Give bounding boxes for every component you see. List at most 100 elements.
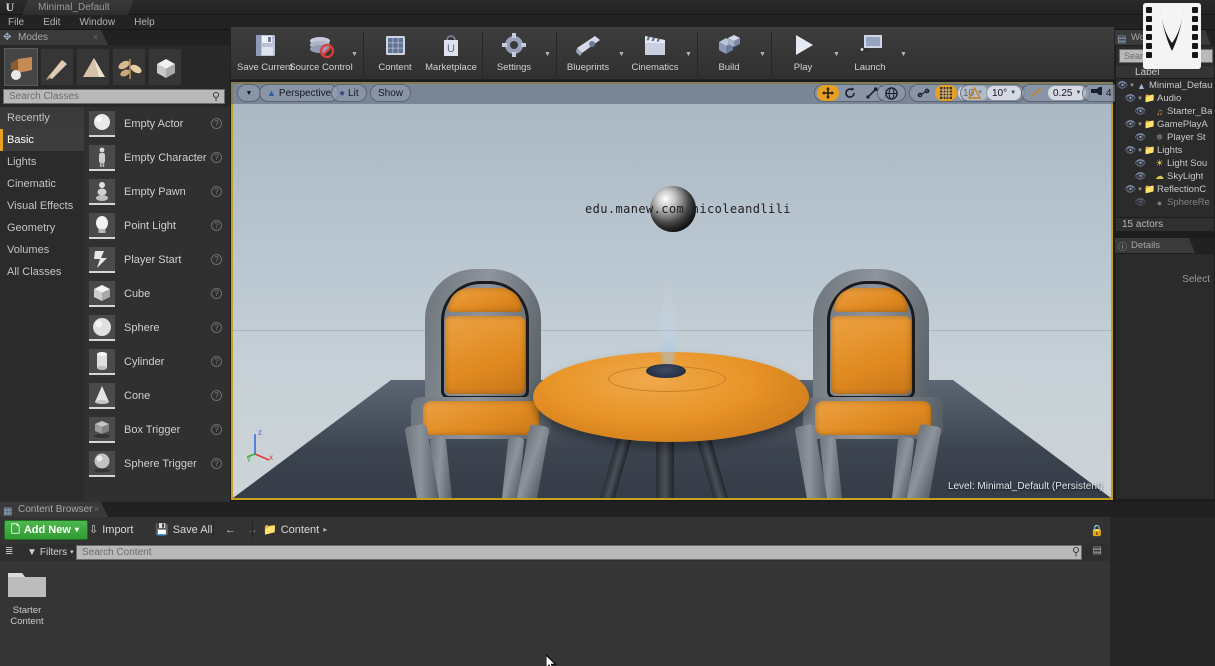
grid-snap-toggle[interactable]	[935, 85, 957, 101]
class-item-empty-character[interactable]: Empty Character ?	[84, 141, 230, 175]
outliner-row[interactable]: 👁 ● SphereRe	[1116, 196, 1214, 209]
chevron-down-icon[interactable]: ▼	[1137, 187, 1144, 193]
toolbar-content[interactable]: Content	[367, 29, 423, 79]
eye-icon[interactable]: 👁	[1124, 119, 1137, 130]
category-basic[interactable]: Basic	[0, 129, 84, 151]
play-caret-icon[interactable]: ▼	[831, 29, 842, 79]
eye-icon[interactable]: 👁	[1134, 171, 1147, 182]
tab-details[interactable]: ⓘ Details	[1115, 238, 1195, 253]
eye-icon[interactable]: 👁	[1134, 158, 1147, 169]
category-cinematic[interactable]: Cinematic	[0, 173, 84, 195]
help-icon[interactable]: ?	[211, 390, 222, 401]
outliner-row[interactable]: 👁 ☀ Light Sou	[1116, 157, 1214, 170]
search-icon[interactable]: ⚲	[1072, 545, 1080, 558]
category-recently-placed[interactable]: Recently Placed	[0, 107, 84, 146]
toolbar-launch[interactable]: Launch	[842, 29, 898, 79]
outliner-row[interactable]: 👁 ♫ Starter_Ba	[1116, 105, 1214, 118]
eye-icon[interactable]: 👁	[1134, 197, 1147, 208]
help-icon[interactable]: ?	[211, 288, 222, 299]
help-icon[interactable]: ?	[211, 458, 222, 469]
chevron-down-icon[interactable]: ▼	[1129, 83, 1136, 89]
viewport-lit-button[interactable]: ● Lit	[334, 85, 364, 101]
tab-modes[interactable]: ✥ Modes ×	[0, 30, 108, 45]
viewport-options-menu[interactable]: ▼	[240, 85, 258, 101]
class-item-cylinder[interactable]: Cylinder ?	[84, 345, 230, 379]
category-lights[interactable]: Lights	[0, 151, 84, 173]
eye-icon[interactable]: 👁	[1116, 80, 1129, 91]
angle-snap-value[interactable]: 10° ▼	[986, 85, 1023, 101]
scale-snap-toggle[interactable]	[1024, 85, 1047, 101]
paint-mode-button[interactable]	[40, 48, 74, 86]
help-icon[interactable]: ?	[211, 356, 222, 367]
close-icon[interactable]: ×	[94, 502, 99, 517]
class-item-player-start[interactable]: Player Start ?	[84, 243, 230, 277]
toolbar-marketplace[interactable]: U Marketplace	[423, 29, 479, 79]
breadcrumb-content[interactable]: 📁 Content ▸	[256, 520, 334, 540]
sources-panel-toggle-icon[interactable]: ≣	[5, 546, 13, 557]
view-options-icon[interactable]: ▤	[1093, 545, 1102, 556]
help-icon[interactable]: ?	[211, 424, 222, 435]
foliage-mode-button[interactable]	[112, 48, 146, 86]
geometry-editing-mode-button[interactable]	[148, 48, 182, 86]
lock-icon[interactable]: 🔒	[1090, 524, 1104, 537]
toolbar-settings[interactable]: Settings	[486, 29, 542, 79]
launch-caret-icon[interactable]: ▼	[898, 29, 909, 79]
viewport-show-button[interactable]: Show	[373, 85, 408, 101]
class-item-point-light[interactable]: Point Light ?	[84, 209, 230, 243]
toolbar-play[interactable]: Play	[775, 29, 831, 79]
toolbar-cinematics[interactable]: Cinematics	[627, 29, 683, 79]
chevron-down-icon[interactable]: ▼	[1137, 122, 1144, 128]
class-item-empty-pawn[interactable]: Empty Pawn ?	[84, 175, 230, 209]
viewport-perspective-button[interactable]: ▲ Perspective	[262, 85, 336, 101]
menu-window[interactable]: Window	[71, 15, 123, 30]
eye-icon[interactable]: 👁	[1134, 132, 1147, 143]
class-item-cone[interactable]: Cone ?	[84, 379, 230, 413]
translate-tool-button[interactable]	[817, 85, 839, 101]
outliner-row[interactable]: 👁 ▼ 📁 GamePlayA	[1116, 118, 1214, 131]
outliner-row[interactable]: 👁 ▼ 📁 ReflectionC	[1116, 183, 1214, 196]
surface-snap-toggle[interactable]	[912, 85, 935, 101]
blueprints-caret-icon[interactable]: ▼	[616, 29, 627, 79]
help-icon[interactable]: ?	[211, 254, 222, 265]
angle-snap-toggle[interactable]	[963, 85, 986, 101]
menu-help[interactable]: Help	[126, 15, 163, 30]
class-item-sphere[interactable]: Sphere ?	[84, 311, 230, 345]
toolbar-build[interactable]: Build	[701, 29, 757, 79]
toolbar-save-current[interactable]: Save Current	[237, 29, 293, 79]
tab-content-browser[interactable]: ▦ Content Browser ×	[0, 502, 108, 517]
chevron-down-icon[interactable]: ▼	[1137, 148, 1144, 154]
search-classes-input[interactable]: Search Classes	[3, 89, 225, 104]
place-mode-button[interactable]	[4, 48, 38, 86]
asset-item-starter-content[interactable]: Starter Content	[6, 567, 48, 627]
class-item-box-trigger[interactable]: Box Trigger ?	[84, 413, 230, 447]
chevron-down-icon[interactable]: ▼	[1137, 96, 1144, 102]
eye-icon[interactable]: 👁	[1124, 145, 1137, 156]
landscape-mode-button[interactable]	[76, 48, 110, 86]
outliner-row[interactable]: 👁 ▼ 📁 Lights	[1116, 144, 1214, 157]
outliner-row[interactable]: 👁 ▼ ▲ Minimal_Defau	[1116, 79, 1214, 92]
menu-file[interactable]: File	[0, 15, 32, 30]
outliner-row[interactable]: 👁 ☁ SkyLight	[1116, 170, 1214, 183]
help-icon[interactable]: ?	[211, 152, 222, 163]
build-caret-icon[interactable]: ▼	[757, 29, 768, 79]
category-all-classes[interactable]: All Classes	[0, 261, 84, 283]
filters-button[interactable]: ▼ Filters ▾	[22, 545, 79, 560]
project-title-tab[interactable]: Minimal_Default	[22, 0, 134, 15]
toolbar-source-control[interactable]: Source Control	[289, 29, 353, 79]
cinematics-caret-icon[interactable]: ▼	[683, 29, 694, 79]
help-icon[interactable]: ?	[211, 118, 222, 129]
category-volumes[interactable]: Volumes	[0, 239, 84, 261]
outliner-row[interactable]: 👁 ▼ 📁 Audio	[1116, 92, 1214, 105]
world-coordinate-toggle[interactable]	[880, 85, 903, 101]
content-browser-asset-grid[interactable]: Starter Content	[0, 561, 1110, 666]
class-item-sphere-trigger[interactable]: Sphere Trigger ?	[84, 447, 230, 481]
content-search-input[interactable]: Search Content	[76, 545, 1082, 560]
help-icon[interactable]: ?	[211, 186, 222, 197]
eye-icon[interactable]: 👁	[1124, 184, 1137, 195]
eye-icon[interactable]: 👁	[1124, 93, 1137, 104]
help-icon[interactable]: ?	[211, 220, 222, 231]
menu-edit[interactable]: Edit	[35, 15, 68, 30]
toolbar-blueprints[interactable]: Blueprints	[560, 29, 616, 79]
class-item-cube[interactable]: Cube ?	[84, 277, 230, 311]
settings-caret-icon[interactable]: ▼	[542, 29, 553, 79]
